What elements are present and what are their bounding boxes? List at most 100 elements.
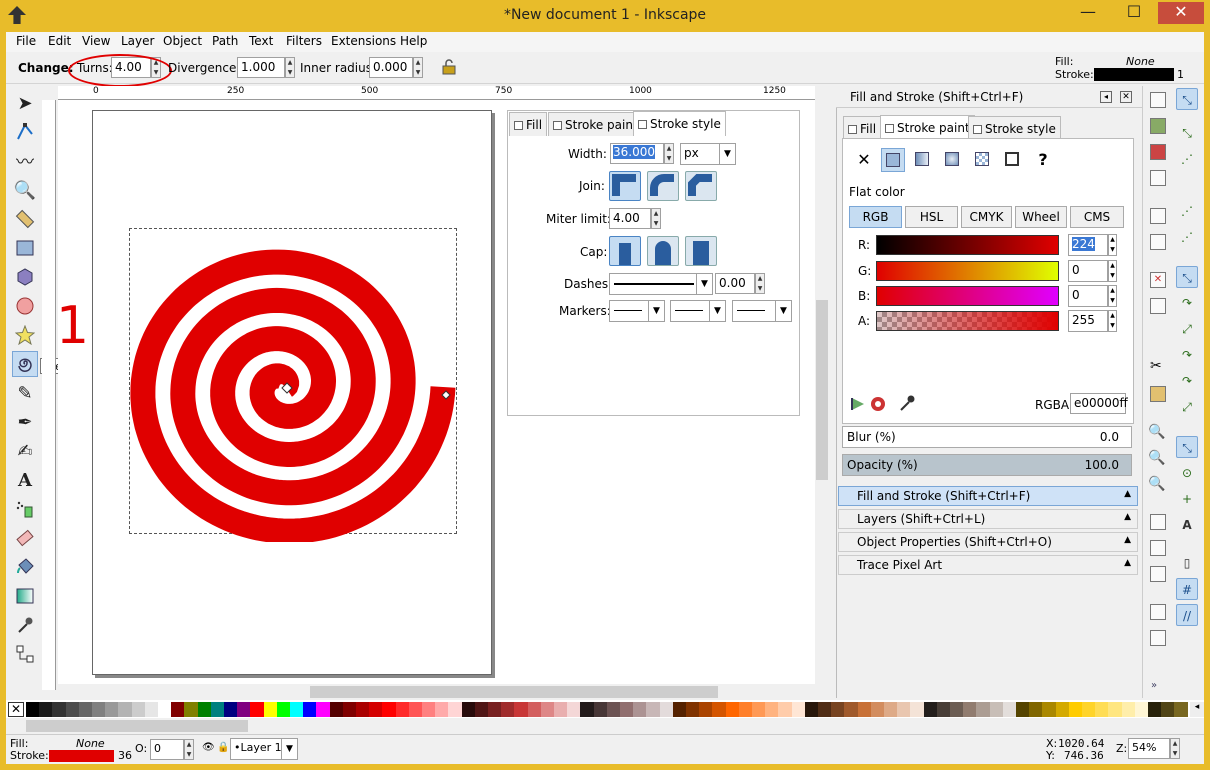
measure-tool-icon[interactable] xyxy=(12,206,38,232)
duplicate-icon[interactable] xyxy=(1150,514,1166,530)
palette-swatch[interactable] xyxy=(923,702,938,717)
palette-swatch[interactable] xyxy=(765,702,780,717)
palette-swatch[interactable] xyxy=(1082,702,1096,717)
layer-visibility-icon[interactable]: 👁 xyxy=(202,742,215,753)
menu-object[interactable]: Object xyxy=(163,34,202,48)
import-icon[interactable] xyxy=(1150,208,1166,224)
swatch-icon[interactable] xyxy=(1001,148,1025,172)
snap-others-icon[interactable]: ⤡ xyxy=(1176,436,1198,458)
palette-swatch[interactable] xyxy=(1134,702,1149,717)
palette-swatch[interactable] xyxy=(976,702,991,717)
width-spin-arrows[interactable]: ▲ ▼ xyxy=(664,143,674,164)
palette-swatch[interactable] xyxy=(1148,702,1162,717)
palette-swatch[interactable] xyxy=(686,702,700,717)
menu-layer[interactable]: Layer xyxy=(121,34,154,48)
palette-swatch[interactable] xyxy=(1108,702,1123,717)
palette-swatch[interactable] xyxy=(290,702,304,717)
palette-swatch[interactable] xyxy=(26,702,40,717)
join-round-button[interactable] xyxy=(647,171,679,201)
palette-swatch[interactable] xyxy=(950,702,964,717)
palette-swatch[interactable] xyxy=(659,702,674,717)
cap-square-button[interactable] xyxy=(685,236,717,266)
palette-swatch[interactable] xyxy=(1002,702,1017,717)
palette-swatch[interactable] xyxy=(197,702,212,717)
palette-swatch[interactable] xyxy=(224,702,238,717)
inner-radius-spin-arrows[interactable]: ▲ ▼ xyxy=(413,57,423,78)
rgba-input[interactable]: e00000ff xyxy=(1070,393,1128,414)
palette-swatch[interactable] xyxy=(540,702,555,717)
palette-swatch[interactable] xyxy=(936,702,951,717)
unset-paint-icon[interactable]: ? xyxy=(1031,148,1055,172)
join-miter-button[interactable] xyxy=(609,171,641,201)
channel-r-slider[interactable] xyxy=(876,235,1059,255)
star-tool-icon[interactable] xyxy=(12,322,38,348)
snap-midpoint-icon[interactable]: ⤢ xyxy=(1176,396,1198,418)
selector-tool-icon[interactable]: ➤ xyxy=(12,90,38,116)
palette-swatch[interactable] xyxy=(382,702,397,717)
spray-tool-icon[interactable] xyxy=(12,496,38,522)
palette-swatch[interactable] xyxy=(870,702,885,717)
palette-swatch[interactable] xyxy=(593,702,608,717)
mode-wheel-tab[interactable]: Wheel xyxy=(1015,206,1067,228)
vertical-scroll-thumb[interactable] xyxy=(816,300,828,480)
mid-marker-select[interactable]: ▼ xyxy=(670,300,726,322)
linear-gradient-icon[interactable] xyxy=(911,148,935,172)
unlink-clone-icon[interactable] xyxy=(1150,566,1166,582)
ellipse-tool-icon[interactable] xyxy=(12,293,38,319)
flat-color-icon[interactable] xyxy=(881,148,905,172)
palette-swatch[interactable] xyxy=(831,702,846,717)
snap-guide-icon[interactable]: // xyxy=(1176,604,1198,626)
channel-g-spin-arrows[interactable]: ▲ ▼ xyxy=(1108,260,1117,282)
channel-a-slider[interactable] xyxy=(876,311,1059,331)
open-icon[interactable] xyxy=(1150,118,1166,134)
tab-stroke-style[interactable]: Stroke style xyxy=(633,111,726,136)
width-input[interactable]: 36.000 xyxy=(610,143,664,164)
zoom-page-icon[interactable]: 🔍 xyxy=(1148,476,1165,492)
snap-enable-icon[interactable]: ⤡ xyxy=(1176,88,1198,110)
menu-text[interactable]: Text xyxy=(249,34,273,48)
paint-bucket-tool-icon[interactable] xyxy=(12,554,38,580)
connector-tool-icon[interactable] xyxy=(12,641,38,667)
menu-help[interactable]: Help xyxy=(400,34,427,48)
snap-bbox-icon[interactable]: ⤡ xyxy=(1176,122,1198,144)
cap-round-button[interactable] xyxy=(647,236,679,266)
channel-a-input[interactable]: 255 xyxy=(1068,310,1108,332)
snap-text-baseline-icon[interactable]: A xyxy=(1176,514,1198,536)
palette-swatch[interactable] xyxy=(778,702,793,717)
zoom-selection-icon[interactable]: 🔍 xyxy=(1148,424,1165,440)
snap-bbox-corner-icon[interactable]: ⋰ xyxy=(1176,200,1198,222)
palette-swatch[interactable] xyxy=(316,702,331,717)
menu-view[interactable]: View xyxy=(82,34,110,48)
snap-intersection-icon[interactable]: ⤢ xyxy=(1176,318,1198,340)
palette-scroll-thumb[interactable] xyxy=(26,720,248,732)
start-marker-select[interactable]: ▼ xyxy=(609,300,665,322)
pick-color-dropper-icon[interactable] xyxy=(898,394,916,412)
palette-swatch[interactable] xyxy=(395,702,410,717)
blur-slider[interactable]: Blur (%) 0.0 xyxy=(842,426,1132,448)
palette-swatch[interactable] xyxy=(92,702,106,717)
cut-icon[interactable]: ✂ xyxy=(1150,358,1162,374)
palette-swatch[interactable] xyxy=(369,702,384,717)
status-stroke-swatch[interactable] xyxy=(49,750,114,762)
snap-cusp-icon[interactable]: ↷ xyxy=(1176,344,1198,366)
palette-swatch[interactable] xyxy=(171,702,186,717)
3d-box-tool-icon[interactable] xyxy=(12,264,38,290)
palette-swatch[interactable] xyxy=(422,702,436,717)
palette-swatch[interactable] xyxy=(78,702,93,717)
tab-stroke-paint[interactable]: Stroke paint xyxy=(880,115,975,140)
reset-defaults-icon[interactable] xyxy=(442,59,456,75)
channel-g-input[interactable]: 0 xyxy=(1068,260,1108,282)
palette-swatch[interactable] xyxy=(897,702,912,717)
minimize-button[interactable]: — xyxy=(1066,2,1110,24)
snap-bbox-midpoint-icon[interactable]: ⋰ xyxy=(1176,226,1198,248)
snap-page-icon[interactable]: ▯ xyxy=(1176,552,1198,574)
join-bevel-button[interactable] xyxy=(685,171,717,201)
palette-swatch[interactable] xyxy=(461,702,476,717)
palette-swatch[interactable] xyxy=(39,702,54,717)
menu-path[interactable]: Path xyxy=(212,34,238,48)
redo-icon[interactable] xyxy=(1150,298,1166,314)
palette-swatch[interactable] xyxy=(435,702,450,717)
no-color-swatch[interactable]: ✕ xyxy=(8,702,24,717)
mode-cms-tab[interactable]: CMS xyxy=(1070,206,1124,228)
style-stroke-swatch[interactable] xyxy=(1094,68,1174,81)
